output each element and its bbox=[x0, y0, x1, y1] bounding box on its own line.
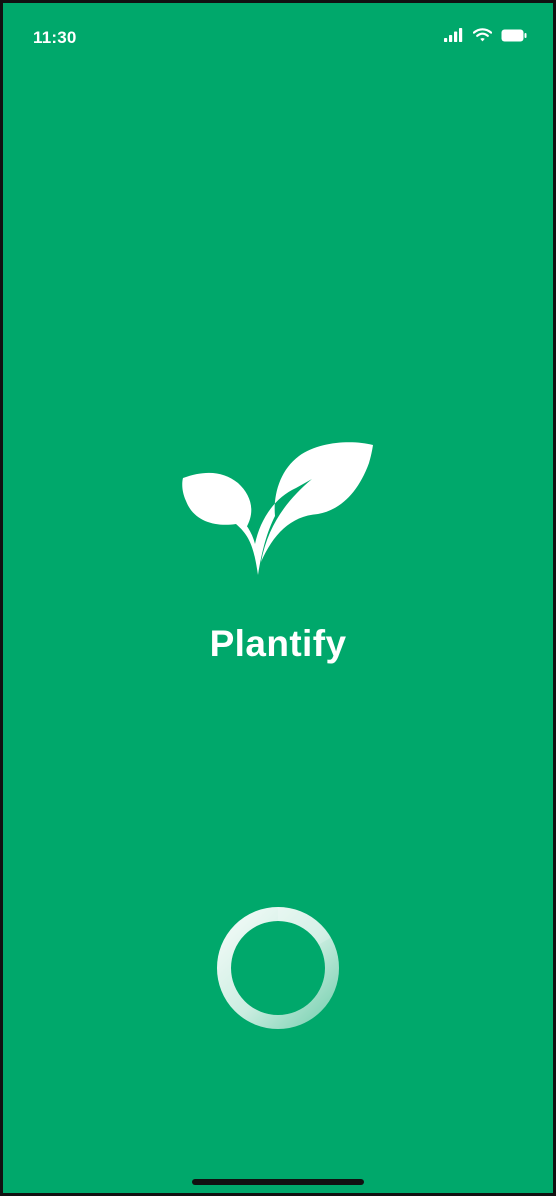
cellular-signal-icon bbox=[444, 28, 464, 42]
loading-spinner-icon bbox=[213, 903, 343, 1033]
plant-sprout-icon bbox=[178, 438, 378, 583]
wifi-icon bbox=[473, 28, 492, 42]
splash-screen: 11:30 Plantify bbox=[0, 0, 556, 1196]
status-icons bbox=[444, 28, 527, 42]
app-name: Plantify bbox=[209, 623, 347, 664]
home-indicator[interactable] bbox=[192, 1179, 364, 1185]
status-bar: 11:30 bbox=[3, 3, 553, 73]
battery-icon bbox=[501, 29, 527, 42]
status-time: 11:30 bbox=[33, 28, 77, 47]
splash-branding: Plantify bbox=[3, 438, 553, 665]
